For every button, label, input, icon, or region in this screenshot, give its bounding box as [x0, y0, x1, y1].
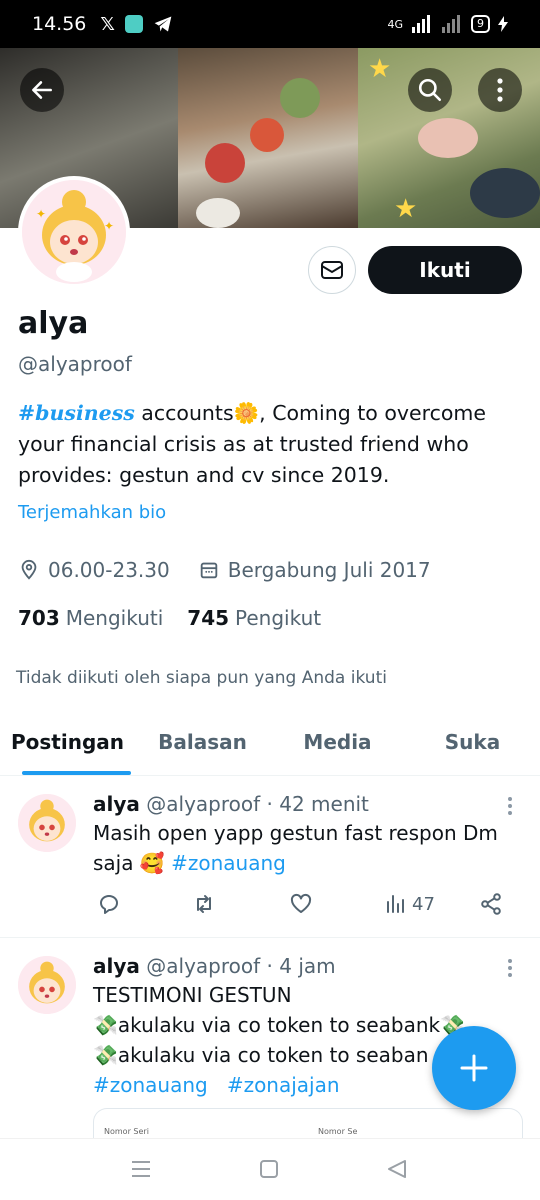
- profile-name: alya: [18, 306, 89, 341]
- system-back-button[interactable]: [386, 1159, 408, 1183]
- share-button[interactable]: [479, 892, 503, 916]
- tweet-text: Masih open yapp gestun fast respon Dm sa…: [93, 818, 523, 878]
- joined-text: Bergabung Juli 2017: [227, 558, 431, 582]
- reply-button[interactable]: [96, 892, 122, 916]
- profile-avatar[interactable]: ✦ ✦: [18, 176, 130, 288]
- followers-link[interactable]: 745 Pengikut: [187, 606, 321, 630]
- plus-icon: [460, 1054, 488, 1082]
- tweet-header: alya @alyaproof · 42 menit: [93, 792, 369, 816]
- profile-meta: 06.00-23.30 Bergabung Juli 2017: [18, 558, 431, 582]
- views-icon: [387, 895, 404, 913]
- avatar-illustration: [18, 956, 76, 1014]
- not-followed-note: Tidak diikuti oleh siapa pun yang Anda i…: [16, 668, 387, 688]
- more-vertical-icon: [508, 959, 512, 977]
- translate-bio-link[interactable]: Terjemahkan bio: [18, 502, 166, 523]
- message-button[interactable]: [308, 246, 356, 294]
- avatar-illustration: ✦ ✦: [22, 180, 126, 284]
- tweet-header: alya @alyaproof · 4 jam: [93, 954, 336, 978]
- envelope-icon: [321, 261, 343, 279]
- tweet-body: Masih open yapp gestun fast respon Dm sa…: [93, 821, 498, 875]
- more-vertical-icon: [508, 797, 512, 815]
- system-navigation-bar: [0, 1138, 540, 1200]
- tweet-more-button[interactable]: [500, 958, 520, 978]
- back-button[interactable]: [20, 68, 64, 112]
- bio-hashtag[interactable]: #business: [18, 401, 135, 425]
- svg-text:✦: ✦: [104, 219, 114, 233]
- tweet-actions: 47: [96, 892, 516, 922]
- tweet-avatar[interactable]: [18, 956, 76, 1014]
- views-button[interactable]: 47: [384, 892, 435, 916]
- location-text: 06.00-23.30: [48, 558, 170, 582]
- app-notification-icon: [124, 15, 143, 33]
- tab-label: Postingan: [10, 730, 124, 754]
- tweet-author-name[interactable]: alya: [93, 954, 140, 978]
- x-app-icon: 𝕏: [100, 13, 115, 35]
- search-button[interactable]: [408, 68, 452, 112]
- tweet-hashtag[interactable]: #zonauang: [171, 851, 286, 875]
- tweet-time: · 4 jam: [266, 954, 336, 978]
- profile-handle: @alyaproof: [18, 352, 132, 376]
- svg-text:✦: ✦: [36, 207, 46, 221]
- tab-postingan[interactable]: Postingan: [0, 716, 135, 775]
- tweet-author-handle: @alyaproof: [146, 792, 261, 816]
- avatar-illustration: [18, 794, 76, 852]
- arrow-left-icon: [32, 81, 52, 99]
- calendar-icon: [200, 562, 217, 579]
- repost-icon: [197, 895, 211, 913]
- recent-apps-button[interactable]: [130, 1159, 152, 1183]
- preview-image-right: Nomor Se: [318, 1127, 358, 1136]
- profile-tabs: Postingan Balasan Media Suka: [0, 716, 540, 776]
- reply-icon: [100, 895, 118, 914]
- profile-bio: #business accounts🌼, Coming to overcome …: [18, 398, 518, 491]
- followers-label: Pengikut: [235, 606, 322, 630]
- heart-icon: [290, 893, 312, 913]
- telegram-icon: [154, 16, 172, 32]
- following-link[interactable]: 703 Mengikuti: [18, 606, 163, 630]
- tweet-time: · 42 menit: [266, 792, 369, 816]
- following-label: Mengikuti: [65, 606, 164, 630]
- status-bar: 14.56 𝕏 4G 9: [0, 0, 540, 48]
- tab-label: Media: [303, 730, 372, 754]
- like-button[interactable]: [288, 892, 314, 916]
- home-square-icon: [260, 1160, 278, 1178]
- tab-balasan[interactable]: Balasan: [135, 716, 270, 775]
- charging-icon: [498, 16, 508, 32]
- location-pin-icon: [21, 559, 37, 580]
- more-options-button[interactable]: [478, 68, 522, 112]
- signal-2-icon: [442, 15, 460, 33]
- active-tab-indicator: [22, 771, 131, 775]
- tab-label: Suka: [444, 730, 501, 754]
- menu-icon: [132, 1161, 150, 1177]
- follow-button[interactable]: Ikuti: [368, 246, 522, 294]
- tweet-hashtag[interactable]: #zonauang: [93, 1073, 208, 1097]
- tweet-author-handle: @alyaproof: [146, 954, 261, 978]
- tweet-hashtag[interactable]: #zonajajan: [227, 1073, 340, 1097]
- following-count: 703: [18, 606, 60, 630]
- tab-label: Balasan: [158, 730, 247, 754]
- followers-count: 745: [187, 606, 230, 630]
- tweet-more-button[interactable]: [500, 796, 520, 816]
- tab-suka[interactable]: Suka: [405, 716, 540, 775]
- views-count: 47: [412, 893, 435, 915]
- triangle-back-icon: [388, 1160, 406, 1178]
- network-label: 4G: [387, 17, 403, 31]
- repost-button[interactable]: [191, 892, 217, 916]
- compose-button[interactable]: [432, 1026, 516, 1110]
- search-icon: [418, 78, 442, 102]
- share-icon: [481, 893, 501, 915]
- follow-stats: 703 Mengikuti 745 Pengikut: [18, 606, 321, 630]
- tweet-author-name[interactable]: alya: [93, 792, 140, 816]
- tweet[interactable]: alya @alyaproof · 42 menit Masih open ya…: [0, 776, 540, 936]
- status-time: 14.56: [32, 13, 87, 35]
- tweet-avatar[interactable]: [18, 794, 76, 852]
- signal-icon: [412, 15, 430, 33]
- tab-media[interactable]: Media: [270, 716, 405, 775]
- battery-icon: 9: [471, 15, 490, 33]
- home-button[interactable]: [258, 1159, 280, 1183]
- more-vertical-icon: [497, 78, 503, 102]
- tweet-line: TESTIMONI GESTUN: [93, 983, 292, 1007]
- preview-image-left: Nomor Seri: [104, 1127, 149, 1136]
- tweet-media-preview[interactable]: Nomor Seri Nomor Se: [93, 1108, 523, 1138]
